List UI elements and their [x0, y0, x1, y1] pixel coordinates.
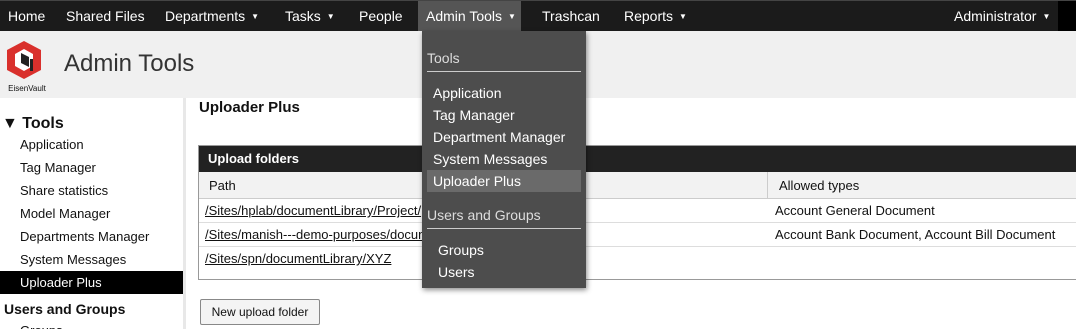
sidebar-item-groups[interactable]: Groups — [0, 319, 183, 329]
sidebar-item-application[interactable]: Application — [0, 133, 183, 156]
dropdown-item-system-messages[interactable]: System Messages — [427, 148, 581, 170]
top-nav-bar: Home Shared Files Departments ▼ Tasks ▼ Pe… — [0, 0, 1076, 32]
caret-down-icon: ▼ — [508, 12, 516, 21]
user-menu-label: Administrator — [954, 8, 1037, 24]
dropdown-item-users[interactable]: Users — [427, 261, 581, 283]
nav-departments-label: Departments — [165, 8, 246, 24]
dropdown-section-users-groups: Users and Groups — [427, 207, 541, 223]
nav-reports[interactable]: Reports ▼ — [616, 1, 695, 32]
nav-edge — [1058, 1, 1076, 32]
user-menu[interactable]: Administrator ▼ — [946, 1, 1058, 32]
nav-shared-files-label: Shared Files — [66, 8, 145, 24]
sidebar-section-users-groups[interactable]: Users and Groups — [4, 301, 125, 317]
nav-reports-label: Reports — [624, 8, 674, 24]
panel-title: Upload folders — [199, 146, 1076, 172]
sidebar-item-system-messages[interactable]: System Messages — [0, 248, 183, 271]
table-row[interactable]: /Sites/spn/documentLibrary/XYZ — [199, 247, 1076, 271]
caret-down-icon: ▼ — [326, 12, 335, 21]
upload-folders-panel: Upload folders Path Allowed types /Sites… — [198, 145, 1076, 280]
dropdown-divider — [427, 228, 581, 229]
sidebar-item-departments-manager[interactable]: Departments Manager — [0, 225, 183, 248]
nav-home-label: Home — [8, 8, 46, 24]
nav-shared-files[interactable]: Shared Files — [58, 1, 153, 32]
folder-path-link[interactable]: /Sites/manish---demo-purposes/docum — [205, 223, 429, 247]
sidebar-item-tag-manager[interactable]: Tag Manager — [0, 156, 183, 179]
dropdown-item-uploader-plus[interactable]: Uploader Plus — [427, 170, 581, 192]
nav-trashcan[interactable]: Trashcan — [534, 1, 608, 32]
sidebar: ▼ Tools Application Tag Manager Share st… — [0, 98, 186, 329]
dropdown-divider — [427, 71, 581, 72]
allowed-types: Account Bank Document, Account Bill Docu… — [775, 227, 1056, 242]
dropdown-section-tools: Tools — [427, 50, 460, 66]
logo-icon — [7, 41, 41, 79]
nav-admin-tools-label: Admin Tools — [426, 8, 503, 24]
caret-down-icon: ▼ — [251, 12, 260, 21]
column-header-path[interactable]: Path — [209, 172, 236, 199]
nav-trashcan-label: Trashcan — [542, 8, 600, 24]
dropdown-item-tag-manager[interactable]: Tag Manager — [427, 104, 581, 126]
section-title: Uploader Plus — [199, 99, 300, 116]
admin-tools-dropdown: Tools Application Tag Manager Department… — [422, 31, 586, 288]
nav-tasks[interactable]: Tasks ▼ — [277, 1, 343, 32]
table-row[interactable]: /Sites/hplab/documentLibrary/Project/ Ac… — [199, 199, 1076, 223]
dropdown-item-application[interactable]: Application — [427, 82, 581, 104]
sidebar-item-model-manager[interactable]: Model Manager — [0, 202, 183, 225]
nav-people[interactable]: People — [351, 1, 411, 32]
nav-tasks-label: Tasks — [285, 8, 321, 24]
eisenvault-logo: EisenVault — [3, 39, 46, 93]
folder-path-link[interactable]: /Sites/hplab/documentLibrary/Project/ — [205, 199, 421, 223]
dropdown-item-department-manager[interactable]: Department Manager — [427, 126, 581, 148]
new-upload-folder-button[interactable]: New upload folder — [200, 299, 320, 325]
table-row[interactable]: /Sites/manish---demo-purposes/docum Acco… — [199, 223, 1076, 247]
logo-text: EisenVault — [8, 84, 46, 93]
allowed-types: Account General Document — [775, 203, 935, 218]
table-header: Path Allowed types — [199, 172, 1076, 199]
nav-departments[interactable]: Departments ▼ — [157, 1, 267, 32]
dropdown-item-groups[interactable]: Groups — [427, 239, 581, 261]
caret-down-icon: ▼ — [679, 12, 687, 21]
sidebar-section-tools[interactable]: ▼ Tools — [2, 115, 64, 133]
nav-people-label: People — [359, 8, 403, 24]
caret-down-icon: ▼ — [1042, 12, 1051, 21]
folder-path-link[interactable]: /Sites/spn/documentLibrary/XYZ — [205, 247, 391, 271]
sidebar-item-uploader-plus[interactable]: Uploader Plus — [0, 271, 183, 294]
column-divider — [767, 172, 768, 199]
nav-home[interactable]: Home — [0, 1, 53, 32]
sidebar-item-share-statistics[interactable]: Share statistics — [0, 179, 183, 202]
page-title: Admin Tools — [64, 50, 195, 77]
column-header-allowed-types[interactable]: Allowed types — [779, 172, 859, 199]
nav-admin-tools[interactable]: Admin Tools ▼ — [418, 1, 521, 32]
